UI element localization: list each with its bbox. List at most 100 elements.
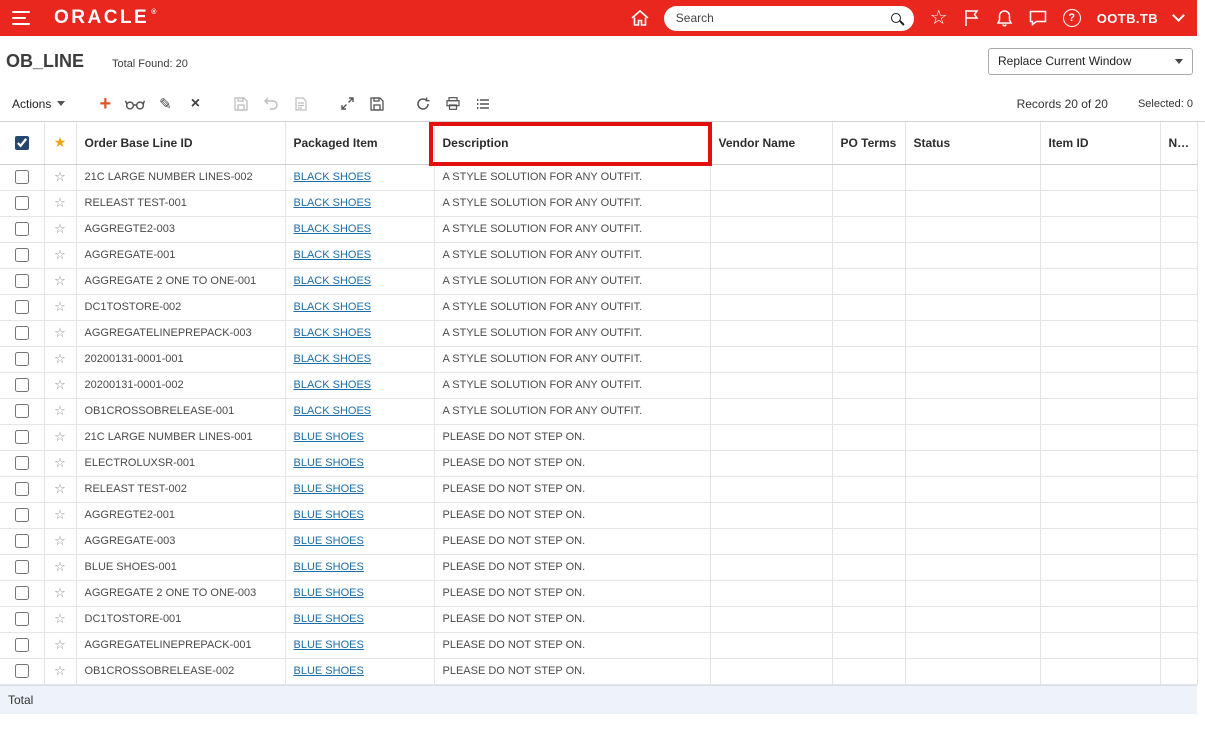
table-row[interactable]: ☆ DC1TOSTORE-002 BLACK SHOES A STYLE SOL… (0, 294, 1198, 321)
table-row[interactable]: ☆ AGGREGTE2-003 BLACK SHOES A STYLE SOLU… (0, 216, 1198, 243)
packaged-item-link[interactable]: BLUE SHOES (294, 483, 364, 495)
packaged-item-link[interactable]: BLUE SHOES (294, 535, 364, 547)
table-row[interactable]: ☆ AGGREGATELINEPREPACK-003 BLACK SHOES A… (0, 320, 1198, 347)
column-header-description[interactable]: Description (434, 122, 711, 165)
row-checkbox[interactable] (14, 352, 29, 366)
table-row[interactable]: ☆ 20200131-0001-001 BLACK SHOES A STYLE … (0, 346, 1198, 373)
delete-icon[interactable]: × (183, 92, 207, 116)
user-menu-chevron-down-icon[interactable] (1172, 9, 1185, 22)
add-icon[interactable]: + (93, 92, 117, 116)
table-row[interactable]: ☆ AGGREGATE 2 ONE TO ONE-003 BLUE SHOES … (0, 580, 1198, 607)
table-row[interactable]: ☆ AGGREGATELINEPREPACK-001 BLUE SHOES PL… (0, 632, 1198, 659)
row-checkbox[interactable] (14, 430, 29, 444)
row-checkbox[interactable] (14, 248, 29, 262)
packaged-item-link[interactable]: BLUE SHOES (294, 587, 364, 599)
row-checkbox[interactable] (14, 456, 29, 470)
packaged-item-link[interactable]: BLACK SHOES (294, 353, 372, 365)
table-row[interactable]: ☆ AGGREGATE 2 ONE TO ONE-001 BLACK SHOES… (0, 268, 1198, 295)
print-icon[interactable] (441, 92, 465, 116)
detail-list-icon[interactable] (471, 92, 495, 116)
table-row[interactable]: ☆ ELECTROLUXSR-001 BLUE SHOES PLEASE DO … (0, 450, 1198, 477)
select-all-checkbox[interactable] (14, 136, 29, 151)
column-header-order-base-line-id[interactable]: Order Base Line ID (76, 122, 286, 165)
favorite-star-icon[interactable]: ☆ (54, 637, 66, 652)
messages-chat-icon[interactable] (1029, 10, 1047, 26)
packaged-item-link[interactable]: BLACK SHOES (294, 249, 372, 261)
favorite-star-icon[interactable]: ☆ (54, 325, 66, 340)
favorite-star-icon[interactable]: ☆ (54, 559, 66, 574)
packaged-item-link[interactable]: BLUE SHOES (294, 457, 364, 469)
table-row[interactable]: ☆ RELEAST TEST-002 BLUE SHOES PLEASE DO … (0, 476, 1198, 503)
table-row[interactable]: ☆ RELEAST TEST-001 BLACK SHOES A STYLE S… (0, 190, 1198, 217)
view-icon[interactable] (123, 92, 147, 116)
row-checkbox[interactable] (14, 560, 29, 574)
search-input[interactable]: Search (663, 5, 914, 31)
packaged-item-link[interactable]: BLUE SHOES (294, 509, 364, 521)
table-row[interactable]: ☆ DC1TOSTORE-001 BLUE SHOES PLEASE DO NO… (0, 606, 1198, 633)
favorite-star-icon[interactable]: ☆ (54, 377, 66, 392)
row-checkbox[interactable] (14, 326, 29, 340)
favorite-star-icon[interactable]: ☆ (54, 429, 66, 444)
favorite-star-icon[interactable]: ☆ (54, 507, 66, 522)
row-checkbox[interactable] (14, 508, 29, 522)
favorite-star-header-icon[interactable]: ★ (54, 134, 67, 150)
column-header-nlt[interactable]: NLT (1160, 122, 1198, 165)
packaged-item-link[interactable]: BLACK SHOES (294, 301, 372, 313)
favorite-star-icon[interactable]: ☆ (54, 481, 66, 496)
packaged-item-link[interactable]: BLACK SHOES (294, 197, 372, 209)
favorite-star-icon[interactable]: ☆ (54, 221, 66, 236)
packaged-item-link[interactable]: BLUE SHOES (294, 665, 364, 677)
column-header-item-id[interactable]: Item ID (1040, 122, 1161, 165)
favorite-star-icon[interactable]: ☆ (54, 195, 66, 210)
favorite-star-icon[interactable]: ☆ (54, 403, 66, 418)
search-icon[interactable] (890, 13, 901, 23)
packaged-item-link[interactable]: BLACK SHOES (294, 405, 372, 417)
table-row[interactable]: ☆ OB1CROSSOBRELEASE-001 BLACK SHOES A ST… (0, 398, 1198, 425)
row-checkbox[interactable] (14, 222, 29, 236)
packaged-item-link[interactable]: BLUE SHOES (294, 613, 364, 625)
packaged-item-link[interactable]: BLACK SHOES (294, 379, 372, 391)
packaged-item-link[interactable]: BLUE SHOES (294, 561, 364, 573)
row-checkbox[interactable] (14, 664, 29, 678)
table-row[interactable]: ☆ OB1CROSSOBRELEASE-002 BLUE SHOES PLEAS… (0, 658, 1198, 685)
column-header-po-terms[interactable]: PO Terms (832, 122, 906, 165)
packaged-item-link[interactable]: BLACK SHOES (294, 171, 372, 183)
packaged-item-link[interactable]: BLACK SHOES (294, 327, 372, 339)
favorite-star-icon[interactable]: ☆ (54, 273, 66, 288)
user-menu[interactable]: OOTB.TB (1097, 11, 1158, 26)
save-view-icon[interactable] (365, 92, 389, 116)
row-checkbox[interactable] (14, 612, 29, 626)
packaged-item-link[interactable]: BLUE SHOES (294, 639, 364, 651)
favorite-star-icon[interactable]: ☆ (54, 611, 66, 626)
mass-edit-icon[interactable] (289, 92, 313, 116)
packaged-item-link[interactable]: BLUE SHOES (294, 431, 364, 443)
favorite-star-icon[interactable]: ☆ (54, 663, 66, 678)
notifications-bell-icon[interactable] (996, 9, 1013, 27)
favorites-star-icon[interactable]: ☆ (930, 8, 948, 28)
hamburger-menu-icon[interactable] (12, 11, 30, 25)
table-row[interactable]: ☆ 21C LARGE NUMBER LINES-002 BLACK SHOES… (0, 164, 1198, 191)
table-row[interactable]: ☆ AGGREGATE-003 BLUE SHOES PLEASE DO NOT… (0, 528, 1198, 555)
table-row[interactable]: ☆ AGGREGATE-001 BLACK SHOES A STYLE SOLU… (0, 242, 1198, 269)
favorite-star-icon[interactable]: ☆ (54, 247, 66, 262)
favorite-star-icon[interactable]: ☆ (54, 351, 66, 366)
column-header-packaged-item[interactable]: Packaged Item (285, 122, 435, 165)
row-checkbox[interactable] (14, 534, 29, 548)
row-checkbox[interactable] (14, 274, 29, 288)
table-row[interactable]: ☆ 20200131-0001-002 BLACK SHOES A STYLE … (0, 372, 1198, 399)
favorite-star-icon[interactable]: ☆ (54, 533, 66, 548)
refresh-icon[interactable] (411, 92, 435, 116)
actions-dropdown[interactable]: Actions (12, 97, 66, 111)
row-checkbox[interactable] (14, 586, 29, 600)
undo-icon[interactable] (259, 92, 283, 116)
row-checkbox[interactable] (14, 638, 29, 652)
row-checkbox[interactable] (14, 404, 29, 418)
row-checkbox[interactable] (14, 196, 29, 210)
packaged-item-link[interactable]: BLACK SHOES (294, 223, 372, 235)
help-icon[interactable]: ? (1062, 9, 1081, 27)
table-row[interactable]: ☆ 21C LARGE NUMBER LINES-001 BLUE SHOES … (0, 424, 1198, 451)
flag-icon[interactable] (964, 9, 980, 27)
favorite-star-icon[interactable]: ☆ (54, 585, 66, 600)
table-row[interactable]: ☆ BLUE SHOES-001 BLUE SHOES PLEASE DO NO… (0, 554, 1198, 581)
home-icon[interactable] (630, 9, 650, 27)
